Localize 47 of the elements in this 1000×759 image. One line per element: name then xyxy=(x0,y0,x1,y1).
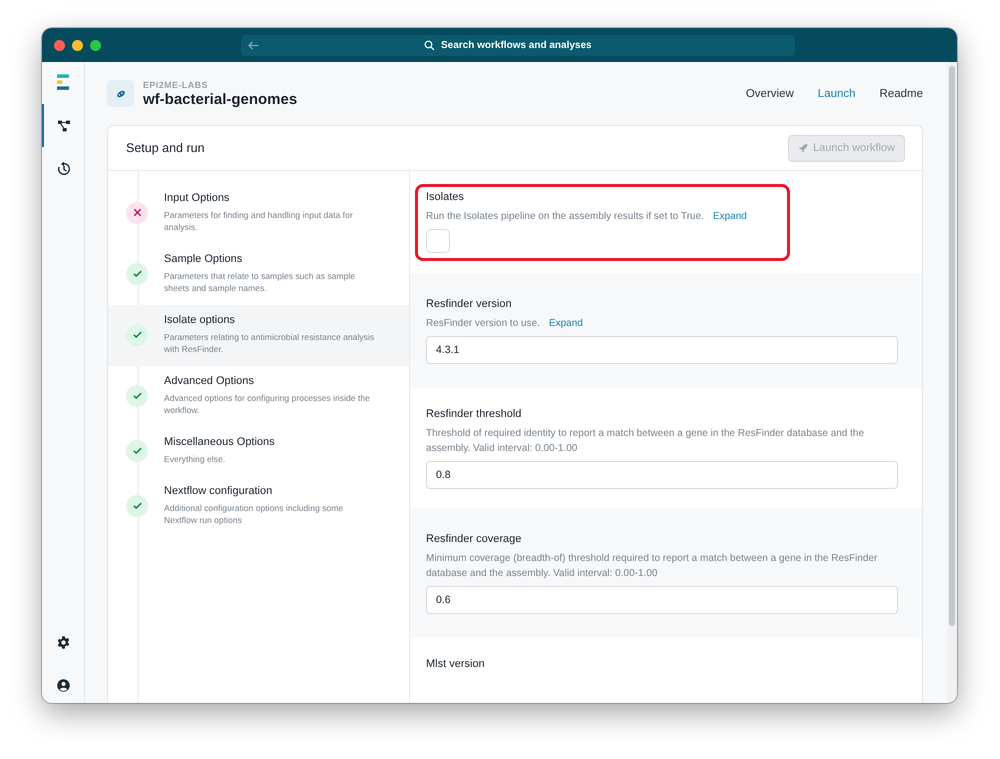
back-arrow-icon[interactable] xyxy=(247,38,260,52)
card-title: Setup and run xyxy=(126,141,205,155)
logo-icon[interactable] xyxy=(57,74,69,92)
check-icon xyxy=(126,440,148,462)
workflow-title: wf-bacterial-genomes xyxy=(143,90,298,108)
settings-icon[interactable] xyxy=(56,635,70,650)
rocket-icon xyxy=(798,143,808,153)
zoom-window-button[interactable] xyxy=(90,40,101,50)
workflow-icon xyxy=(107,80,134,107)
checkbox[interactable] xyxy=(426,229,450,253)
step-item[interactable]: Sample Options Parameters that relate to samples such as sample sheets and sample names. xyxy=(108,244,409,305)
parameter-description: ResFinder version to use. Expand xyxy=(426,317,584,331)
nav-tab[interactable]: Overview xyxy=(746,88,794,100)
expand-link[interactable]: Expand xyxy=(548,318,583,329)
parameter-label: Resfinder threshold xyxy=(426,408,522,420)
parameter-description: Minimum coverage (breadth-of) threshold required to report a match between a gene in the ResFinder database and the assembly. Valid interval: 0.00-1.00 xyxy=(426,552,878,581)
organization-label: EPI2ME-LABS xyxy=(143,80,209,90)
search-icon xyxy=(424,40,435,50)
nav-tab[interactable]: Launch xyxy=(818,88,856,100)
expand-link[interactable]: Expand xyxy=(712,211,747,222)
check-icon xyxy=(126,262,148,284)
nodes-icon xyxy=(56,118,72,134)
parameter-description: Threshold of required identity to report a match between a gene in the ResFinder database and the assembly. Valid interval: 0.00-1.00 xyxy=(426,427,866,456)
text-field[interactable]: 0.8 xyxy=(426,461,898,489)
parameter-label: Resfinder coverage xyxy=(426,533,522,545)
check-icon xyxy=(126,494,148,516)
step-item[interactable]: Nextflow configuration Additional configuration options including some Nextflow run options xyxy=(108,476,409,537)
close-window-button[interactable] xyxy=(54,40,65,50)
text-field[interactable]: 4.3.1 xyxy=(426,336,898,364)
step-item[interactable]: Input Options Parameters for finding and handling input data for analysis. xyxy=(108,183,409,244)
search-field[interactable]: Search workflows and analyses xyxy=(424,40,591,50)
check-icon xyxy=(126,384,148,406)
nav-tab[interactable]: Readme xyxy=(880,88,923,100)
parameter-label: Resfinder version xyxy=(426,298,513,310)
parameter-label: Isolates xyxy=(426,191,465,203)
parameter-description: Run the Isolates pipeline on the assembly results if set to True. Expand xyxy=(426,210,748,224)
step-item[interactable]: Advanced Options Advanced options for configuring processes inside the workflow. xyxy=(108,366,409,427)
text-field[interactable]: 0.6 xyxy=(426,586,898,614)
minimize-window-button[interactable] xyxy=(72,40,83,50)
history-icon xyxy=(56,160,72,176)
account-icon[interactable] xyxy=(56,678,70,693)
step-item[interactable]: Miscellaneous Options Everything else. xyxy=(108,427,409,476)
check-icon xyxy=(126,324,148,346)
parameter-label: Mlst version xyxy=(426,658,486,670)
error-icon xyxy=(126,202,148,224)
step-item[interactable]: Isolate options Parameters relating to antimicrobial resistance analysis with ResFinder. xyxy=(108,305,409,366)
scrollbar[interactable] xyxy=(947,62,957,703)
